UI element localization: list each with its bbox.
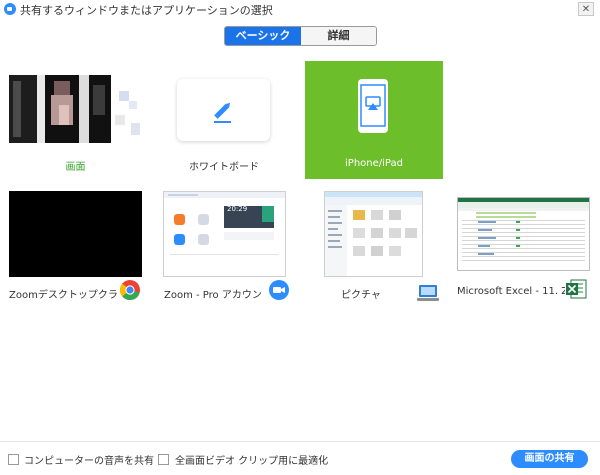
computer-picture-icon bbox=[417, 283, 441, 303]
excel-label: Microsoft Excel - 11. Zoo… bbox=[457, 286, 565, 297]
share-selection-window: 共有するウィンドウまたはアプリケーションの選択 ✕ ベーシック 詳細 画面 ホワ… bbox=[0, 0, 600, 475]
optimize-fullscreen-video-label: 全画面ビデオ クリップ用に最適化 bbox=[175, 456, 329, 467]
picture-thumbnail bbox=[325, 192, 422, 276]
share-computer-audio-label: コンピューターの音声を共有 bbox=[24, 456, 154, 467]
screen-tile[interactable] bbox=[9, 71, 142, 147]
whiteboard-tile[interactable] bbox=[177, 79, 270, 141]
zoom-desktop-label: Zoomデスクトップクラ… bbox=[9, 290, 117, 301]
title-bar: 共有するウィンドウまたはアプリケーションの選択 ✕ bbox=[0, 0, 600, 19]
zoom-pro-label: Zoom - Pro アカウント bbox=[164, 290, 264, 301]
zoom-pro-tile[interactable] bbox=[163, 191, 286, 277]
window-title: 共有するウィンドウまたはアプリケーションの選択 bbox=[20, 4, 273, 17]
chrome-icon bbox=[119, 279, 141, 301]
screen-label: 画面 bbox=[65, 162, 86, 173]
screen-thumbnail bbox=[9, 71, 142, 147]
zoom-desktop-tile[interactable] bbox=[9, 191, 142, 277]
pencil-icon bbox=[214, 102, 231, 123]
excel-icon bbox=[565, 278, 587, 300]
iphone-ipad-label: iPhone/iPad bbox=[345, 158, 403, 169]
tab-toggle: ベーシック 詳細 bbox=[224, 26, 377, 46]
zoom-app-icon bbox=[4, 3, 16, 15]
zoom-pro-thumb-time: 20:29 bbox=[227, 205, 248, 213]
optimize-fullscreen-video-checkbox[interactable] bbox=[158, 454, 169, 465]
picture-tile[interactable] bbox=[324, 191, 423, 277]
excel-tile[interactable] bbox=[457, 197, 590, 271]
zoom-pro-thumbnail bbox=[164, 192, 285, 276]
close-button[interactable]: ✕ bbox=[578, 2, 594, 16]
share-screen-button[interactable]: 画面の共有 bbox=[511, 450, 588, 468]
share-computer-audio-checkbox[interactable] bbox=[8, 454, 19, 465]
whiteboard-label: ホワイトボード bbox=[189, 162, 259, 173]
excel-thumbnail bbox=[458, 198, 589, 270]
tab-detail[interactable]: 詳細 bbox=[301, 27, 376, 45]
zoom-video-icon bbox=[268, 279, 290, 301]
tab-basic[interactable]: ベーシック bbox=[225, 27, 301, 45]
picture-label: ピクチャ bbox=[341, 290, 381, 301]
